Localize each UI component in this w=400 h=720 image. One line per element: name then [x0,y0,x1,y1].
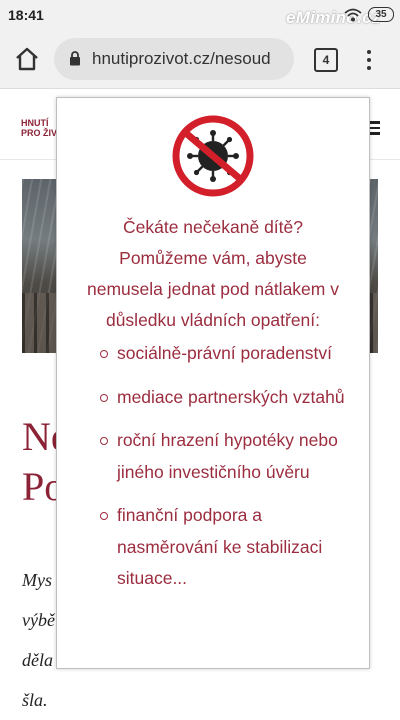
bullet-icon [100,512,108,520]
watermark: eMimino.cz [286,8,381,27]
url-text: hnutiprozivot.cz/nesoud [92,49,271,68]
site-logo-line: PRO ŽIV [21,128,58,138]
site-logo[interactable]: HNUTÍ PRO ŽIV [21,118,57,138]
paragraph-line: šla. [22,690,48,710]
list-item: sociálně-právní poradenství [100,338,363,370]
popup-service-list: sociálně-právní poradenství mediace part… [100,338,363,607]
bullet-icon [100,437,108,445]
bullet-icon [100,350,108,358]
list-item: roční hrazení hypotéky nebo jiného inves… [100,425,363,488]
lock-icon [70,51,80,66]
list-item-label: mediace partnerských vztahů [117,386,345,407]
wifi-icon [344,8,362,22]
info-popup[interactable]: Čekáte nečekaně dítě? Pomůžeme vám, abys… [56,97,370,669]
browser-menu-button[interactable] [364,48,374,72]
menu-dot [367,66,371,70]
browser-toolbar: hnutiprozivot.cz/nesoud 4 [0,30,400,89]
status-time: 18:41 [8,7,44,23]
popup-lead-line: Pomůžeme vám, abyste [119,248,307,268]
list-item-label: sociálně-právní poradenství [117,343,332,363]
menu-dot [367,50,371,54]
popup-lead-text: Čekáte nečekaně dítě? Pomůžeme vám, abys… [67,212,359,336]
popup-lead-line: nemusela jednat pod nátlakem v [87,279,339,299]
status-bar: 18:41 eMimino.cz 35 [0,0,400,30]
list-item: finanční podpora a nasměrování ke stabil… [100,500,363,595]
tabs-button[interactable]: 4 [314,48,338,72]
list-item-label: finanční podpora a nasměrování ke stabil… [117,505,323,588]
home-button[interactable] [14,47,40,71]
popup-lead-line: Čekáte nečekaně dítě? [123,217,303,237]
menu-dot [367,58,371,62]
address-bar[interactable]: hnutiprozivot.cz/nesoud [54,38,294,80]
no-coronavirus-icon [172,115,254,197]
battery-indicator: 35 [368,7,394,22]
popup-lead-line: důsledku vládních opatření: [105,310,321,330]
list-item: mediace partnerských vztahů [100,382,363,414]
list-item-label: roční hrazení hypotéky nebo jiného inves… [117,430,338,482]
bullet-icon [100,393,108,402]
site-logo-line: HNUTÍ [21,118,49,128]
